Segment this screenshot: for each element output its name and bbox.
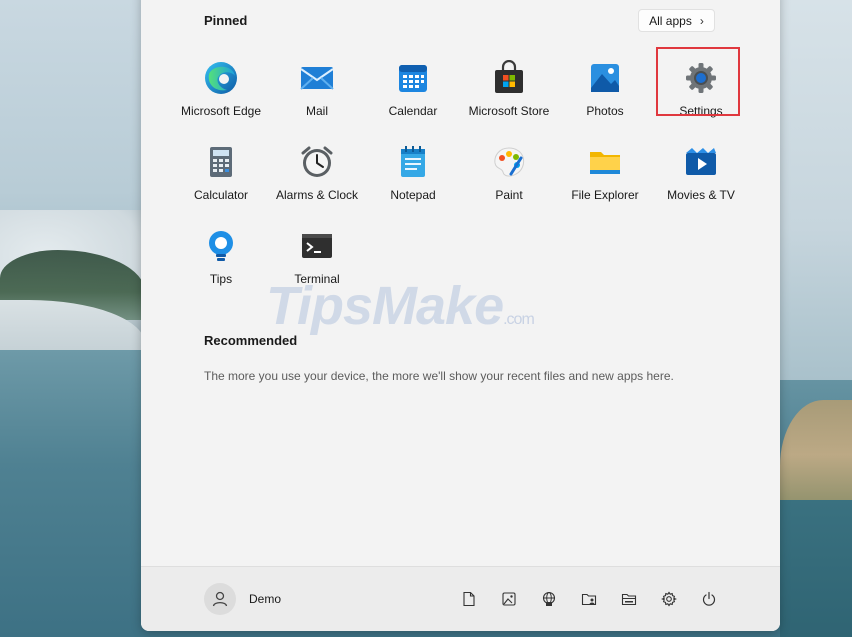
recommended-empty-message: The more you use your device, the more w…: [204, 369, 674, 383]
app-label: Tips: [209, 272, 233, 286]
store-icon: [491, 59, 527, 96]
app-label: Mail: [305, 104, 328, 118]
all-apps-label: All apps: [649, 13, 692, 28]
pinned-app-paint[interactable]: Paint: [461, 134, 557, 212]
power-icon[interactable]: [697, 587, 721, 611]
pinned-app-calendar[interactable]: Calendar: [365, 50, 461, 128]
pinned-app-notepad[interactable]: Notepad: [365, 134, 461, 212]
chevron-right-icon: ›: [699, 13, 704, 28]
pictures-icon[interactable]: [497, 587, 521, 611]
pinned-app-tips[interactable]: Tips: [173, 218, 269, 296]
notepad-icon: [395, 144, 431, 180]
settings-highlight-box: [656, 47, 740, 116]
app-label: Microsoft Edge: [180, 104, 262, 118]
app-label: Microsoft Store: [468, 104, 550, 118]
user-name[interactable]: Demo: [249, 592, 281, 606]
calculator-icon: [203, 144, 239, 180]
app-label: Alarms & Clock: [275, 188, 358, 202]
all-apps-button[interactable]: All apps ›: [638, 9, 715, 32]
app-label: File Explorer: [571, 188, 639, 202]
app-label: Movies & TV: [667, 188, 735, 202]
user-icon: [212, 591, 228, 607]
settings-icon[interactable]: [657, 587, 681, 611]
tipsmake-watermark: TipsMake.com: [266, 275, 535, 337]
photos-icon: [587, 60, 623, 96]
pinned-app-calculator[interactable]: Calculator: [173, 134, 269, 212]
watermark-brand: TipsMake: [266, 276, 504, 336]
network-icon[interactable]: [537, 587, 561, 611]
start-menu: Pinned All apps › Microsoft Edge Mail Ca…: [141, 0, 780, 631]
file-explorer-icon[interactable]: [617, 587, 641, 611]
lightbulb-icon: [203, 228, 239, 264]
app-label: Photos: [586, 104, 624, 118]
document-icon[interactable]: [457, 587, 481, 611]
pinned-heading: Pinned: [204, 13, 248, 28]
app-label: Calculator: [193, 188, 249, 202]
calendar-icon: [395, 60, 431, 96]
app-label: Notepad: [390, 188, 436, 202]
clock-icon: [299, 144, 335, 180]
pinned-app-microsoft-store[interactable]: Microsoft Store: [461, 50, 557, 128]
folder-icon: [587, 144, 623, 180]
terminal-icon: [299, 228, 335, 264]
edge-icon: [203, 60, 239, 96]
avatar[interactable]: [204, 583, 236, 615]
pinned-app-alarms-clock[interactable]: Alarms & Clock: [269, 134, 365, 212]
movie-icon: [683, 144, 719, 180]
pinned-app-microsoft-edge[interactable]: Microsoft Edge: [173, 50, 269, 128]
pinned-app-movies-tv[interactable]: Movies & TV: [653, 134, 749, 212]
mail-icon: [299, 60, 335, 96]
watermark-suffix: .com: [503, 311, 535, 328]
pinned-app-file-explorer[interactable]: File Explorer: [557, 134, 653, 212]
start-menu-footer: Demo: [141, 566, 780, 631]
palette-icon: [491, 144, 527, 180]
app-label: Calendar: [388, 104, 438, 118]
pinned-app-mail[interactable]: Mail: [269, 50, 365, 128]
personal-folder-icon[interactable]: [577, 587, 601, 611]
pinned-app-photos[interactable]: Photos: [557, 50, 653, 128]
recommended-heading: Recommended: [204, 333, 298, 348]
app-label: Paint: [495, 188, 523, 202]
